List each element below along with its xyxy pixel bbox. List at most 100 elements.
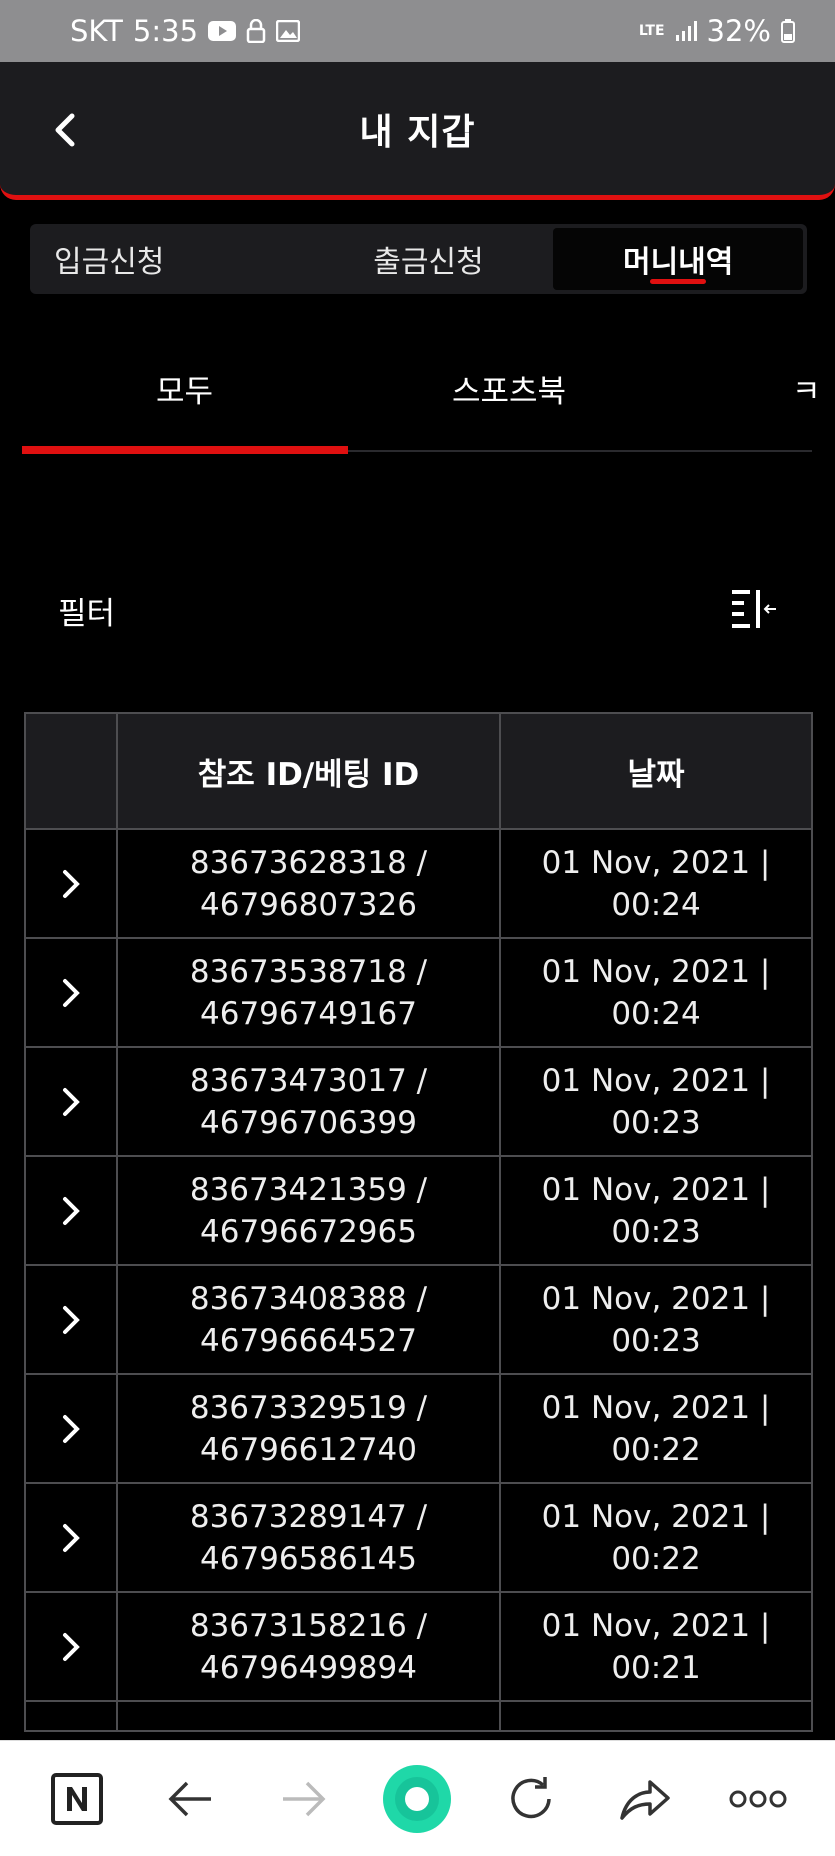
- reference-cell: 83673289147 / 46796586145: [116, 1482, 501, 1593]
- tab-all[interactable]: 모두: [156, 366, 213, 411]
- more-icon[interactable]: [718, 1759, 798, 1839]
- status-bar: SKT 5:35 LTE 32%: [0, 0, 835, 62]
- row-date: 01 Nov, 2021 |: [541, 1280, 771, 1317]
- expand-row-button[interactable]: [24, 1591, 118, 1702]
- carrier-label: SKT: [70, 14, 123, 48]
- signal-icon: [675, 20, 697, 42]
- tab-deposit[interactable]: 입금신청: [30, 228, 304, 290]
- status-left: SKT 5:35: [70, 14, 301, 48]
- date-cell: 01 Nov, 2021 | 00:23: [499, 1046, 813, 1157]
- back-arrow-icon[interactable]: [44, 102, 84, 158]
- reference-id: 83673329519 /: [189, 1389, 428, 1426]
- reference-cell: 83673421359 / 46796672965: [116, 1155, 501, 1266]
- page-title: 내 지갑: [359, 111, 476, 153]
- row-date: 01 Nov, 2021 |: [541, 844, 771, 881]
- refresh-icon[interactable]: [491, 1759, 571, 1839]
- filter-collapse-icon[interactable]: [730, 588, 778, 632]
- tab-withdraw[interactable]: 출금신청: [304, 228, 554, 290]
- row-time: 00:23: [611, 1104, 701, 1141]
- table-row[interactable]: 83673408388 /46796664527 01 Nov, 2021 | 0…: [24, 1264, 813, 1375]
- reference-cell: 83673329519 / 46796612740: [116, 1373, 501, 1484]
- network-label: LTE: [638, 23, 665, 39]
- row-time: 00:24: [611, 886, 701, 923]
- bet-id: 46796664527: [200, 1322, 417, 1359]
- table-row[interactable]: 83673628318 /46796807326 01 Nov, 2021 | 0…: [24, 828, 813, 939]
- expand-row-button[interactable]: [24, 828, 118, 939]
- active-tab-underline: [650, 279, 707, 284]
- tab-sportsbook[interactable]: 스포츠북: [452, 366, 566, 411]
- bet-id: 46796499894: [200, 1649, 417, 1686]
- home-dot-icon[interactable]: [377, 1759, 457, 1839]
- date-cell: 01 Nov, 2021 | 00:21: [499, 1591, 813, 1702]
- active-tab-indicator: [22, 446, 348, 454]
- row-date: 01 Nov, 2021 |: [541, 1498, 771, 1535]
- row-time: 00:23: [611, 1213, 701, 1250]
- date-cell: 01 Nov, 2021 | 00:22: [499, 1373, 813, 1484]
- chevron-right-icon: [63, 1305, 80, 1334]
- expand-row-button[interactable]: [24, 1482, 118, 1593]
- chevron-right-icon: [63, 1523, 80, 1552]
- bet-id: 46796749167: [200, 995, 417, 1032]
- reference-id: 83673158216 /: [189, 1607, 428, 1644]
- status-right: LTE 32%: [639, 14, 795, 48]
- header-reference-id: 참조 ID/베팅 ID: [116, 712, 501, 830]
- bet-id: 46796672965: [200, 1213, 417, 1250]
- chevron-right-icon: [63, 1196, 80, 1225]
- gallery-icon: [276, 20, 301, 42]
- table-row[interactable]: 83673329519 / 46796612740 01 Nov, 2021 | 0…: [24, 1373, 813, 1484]
- youtube-icon: [208, 21, 237, 41]
- tab-deposit-label: 입금신청: [54, 245, 165, 280]
- reference-id: 83673421359 /: [189, 1171, 428, 1208]
- chevron-right-icon: [63, 1414, 80, 1443]
- table-row[interactable]: 83673289147 / 46796586145 01 Nov, 2021 | 0…: [24, 1482, 813, 1593]
- reference-cell: 83673628318 / 46796807326: [116, 828, 501, 939]
- row-date: 01 Nov, 2021 |: [541, 1607, 771, 1644]
- table-row[interactable]: 83673473017 /46796706399 01 Nov, 2021 | 0…: [24, 1046, 813, 1157]
- tab-money-history[interactable]: 머니내역: [553, 228, 804, 290]
- tab-truncated[interactable]: ㅋ: [792, 366, 821, 411]
- bet-id: 46796807326: [200, 886, 417, 923]
- expand-row-button[interactable]: [24, 1046, 118, 1157]
- expand-row-button[interactable]: [24, 1373, 118, 1484]
- partial-cell: [116, 1700, 501, 1732]
- chevron-right-icon: [63, 869, 80, 898]
- date-cell: 01 Nov, 2021 | 00:24: [499, 828, 813, 939]
- back-arrow-icon[interactable]: [150, 1759, 230, 1839]
- bet-id: 46796612740: [200, 1431, 417, 1468]
- table-row-partial[interactable]: [24, 1700, 813, 1732]
- expand-row-button[interactable]: [24, 1264, 118, 1375]
- wallet-tabs: 입금신청 출금신청 머니내역: [30, 224, 807, 294]
- reference-cell: 83673408388 / 46796664527: [116, 1264, 501, 1375]
- date-cell: 01 Nov, 2021 | 00:22: [499, 1482, 813, 1593]
- app-header: 내 지갑: [0, 62, 835, 200]
- header-expand-column: [24, 712, 118, 830]
- row-date: 01 Nov, 2021 |: [541, 1171, 771, 1208]
- table-row[interactable]: 83673421359 /46796672965 01 Nov, 2021 | 0…: [24, 1155, 813, 1266]
- table-row[interactable]: 83673158216 / 46796499894 01 Nov, 2021 | 0…: [24, 1591, 813, 1702]
- share-icon[interactable]: [605, 1759, 685, 1839]
- row-time: 00:22: [611, 1431, 701, 1468]
- row-time: 00:23: [611, 1322, 701, 1359]
- bet-id: 46796586145: [200, 1540, 417, 1577]
- expand-row-button[interactable]: [24, 937, 118, 1048]
- table-row[interactable]: 83673538718 /46796749167 01 Nov, 2021 | 0…: [24, 937, 813, 1048]
- forward-arrow-icon[interactable]: [264, 1759, 344, 1839]
- date-cell: 01 Nov, 2021 | 00:23: [499, 1155, 813, 1266]
- filter-label: 필터: [58, 595, 116, 632]
- date-cell: 01 Nov, 2021 | 00:23: [499, 1264, 813, 1375]
- lock-icon: [246, 19, 266, 43]
- reference-id: 83673628318 /: [189, 844, 428, 881]
- expand-row-button[interactable]: [24, 1155, 118, 1266]
- reference-cell: 83673158216 / 46796499894: [116, 1591, 501, 1702]
- reference-cell: 83673473017 / 46796706399: [116, 1046, 501, 1157]
- partial-cell: [24, 1700, 118, 1732]
- reference-id: 83673408388 /: [189, 1280, 428, 1317]
- reference-id: 83673538718 /: [189, 953, 428, 990]
- naver-n-icon[interactable]: [37, 1759, 117, 1839]
- chevron-right-icon: [63, 1087, 80, 1116]
- tab-withdraw-label: 출금신청: [373, 245, 484, 280]
- reference-id: 83673289147 /: [189, 1498, 428, 1535]
- category-tabs: 모두 스포츠북 ㅋ: [22, 340, 821, 456]
- header-date: 날짜: [499, 712, 813, 830]
- tab-money-history-label: 머니내역: [622, 245, 734, 280]
